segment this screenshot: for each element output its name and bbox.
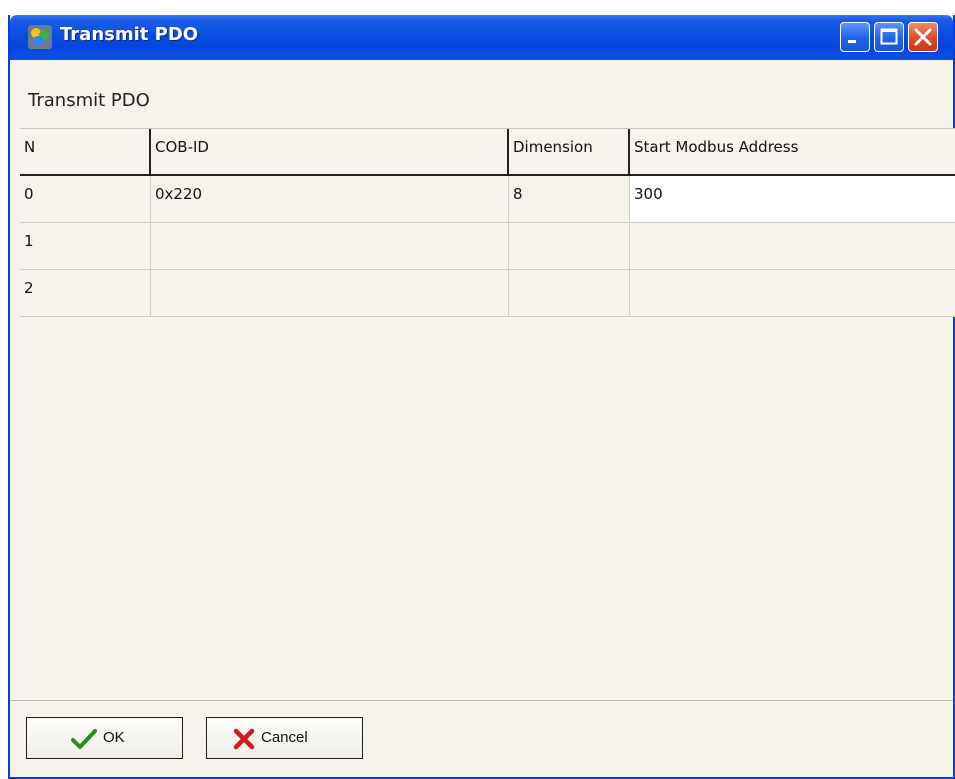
title-bar[interactable]: Transmit PDO xyxy=(10,15,953,60)
cell-dimension[interactable] xyxy=(509,223,630,270)
row-header[interactable]: 1 xyxy=(20,223,151,270)
ok-button[interactable]: OK xyxy=(26,717,183,759)
x-icon xyxy=(233,728,255,750)
minimize-icon xyxy=(848,40,856,43)
row-header[interactable]: 2 xyxy=(20,270,151,317)
cell-cob-id[interactable]: 0x220 xyxy=(151,176,509,223)
panel-title: Transmit PDO xyxy=(28,90,150,111)
cell-start-address[interactable] xyxy=(630,270,955,317)
close-button[interactable] xyxy=(908,22,938,52)
cell-dimension[interactable] xyxy=(509,270,630,317)
column-header-start-address[interactable]: Start Modbus Address xyxy=(630,129,955,176)
checkmark-icon xyxy=(71,729,97,749)
cancel-label: Cancel xyxy=(261,729,308,746)
row-header[interactable]: 0 xyxy=(20,176,151,223)
close-icon xyxy=(914,28,932,46)
maximize-icon xyxy=(880,28,898,45)
cancel-button[interactable]: Cancel xyxy=(206,717,363,759)
window-title: Transmit PDO xyxy=(60,24,199,45)
minimize-button[interactable] xyxy=(840,22,870,52)
column-header-n[interactable]: N xyxy=(20,129,151,176)
cell-cob-id[interactable] xyxy=(151,270,509,317)
cell-dimension[interactable]: 8 xyxy=(509,176,630,223)
column-header-cob-id[interactable]: COB-ID xyxy=(151,129,509,176)
ok-label: OK xyxy=(103,729,125,746)
column-header-dimension[interactable]: Dimension xyxy=(509,129,630,176)
cell-start-address[interactable]: 300 xyxy=(630,176,955,223)
cell-cob-id[interactable] xyxy=(151,223,509,270)
dialog-window: Transmit PDO Transmit PDO N COB-ID Dimen… xyxy=(8,15,955,779)
maximize-button[interactable] xyxy=(874,22,904,52)
footer-divider xyxy=(10,700,953,701)
app-icon xyxy=(28,25,52,49)
cell-start-address[interactable] xyxy=(630,223,955,270)
pdo-table: N COB-ID Dimension Start Modbus Address … xyxy=(20,128,955,317)
